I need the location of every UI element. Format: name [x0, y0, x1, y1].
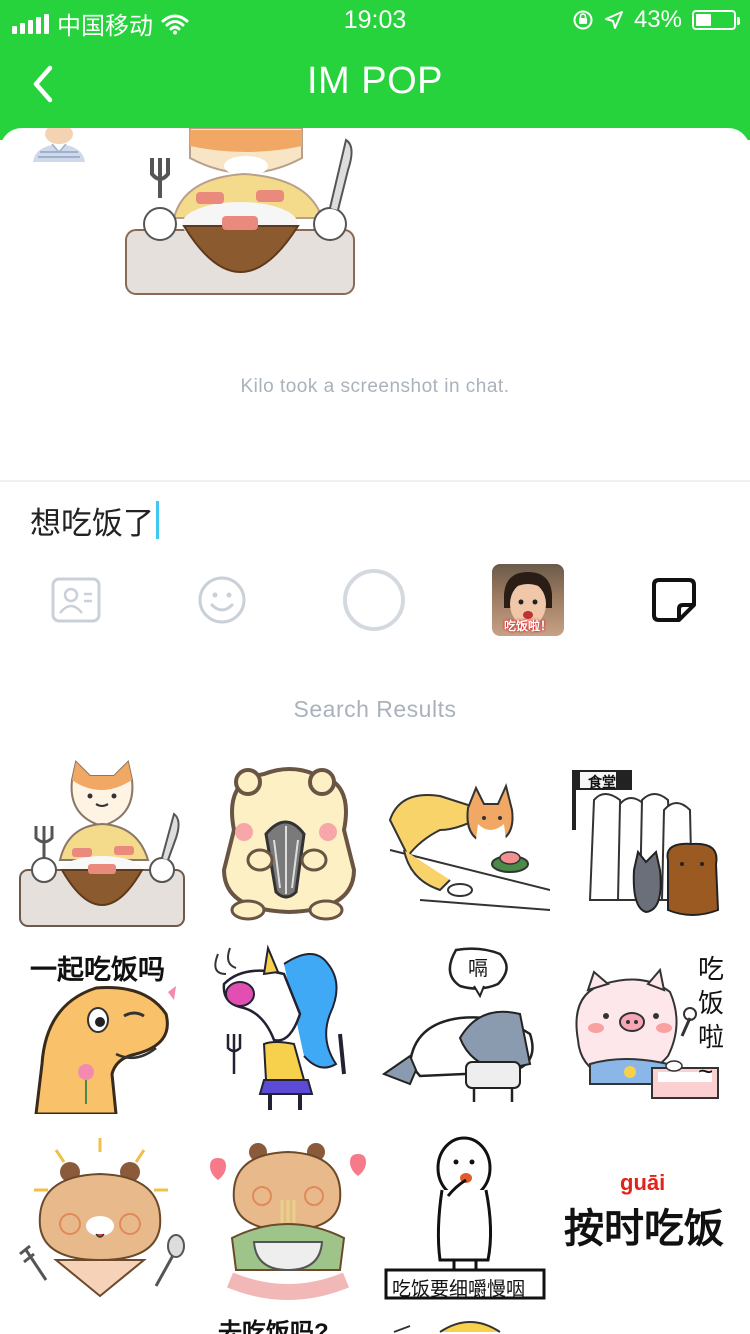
sticker-bear-fork-spoon[interactable]	[16, 1130, 186, 1300]
message-input[interactable]: 想吃饭了	[30, 498, 159, 542]
eat-now-text: 吃饭啦~	[698, 954, 725, 1086]
status-bar: 中国移动 19:03 43%	[0, 0, 750, 40]
search-results-label: Search Results	[293, 696, 457, 722]
location-icon	[604, 11, 623, 29]
sticker-icon	[652, 578, 696, 622]
sticker-partial-4[interactable]	[564, 1316, 734, 1334]
contact-card-icon	[51, 577, 101, 623]
input-toolbar: 吃饭啦！	[0, 560, 750, 640]
sticker-bear-eating-noodles[interactable]	[204, 1130, 374, 1300]
chew-slowly-text: 吃饭要细嚼慢咽	[392, 1279, 526, 1300]
sticker-chew-slowly[interactable]: 吃饭要细嚼慢咽	[380, 1130, 550, 1300]
battery-icon	[692, 10, 740, 30]
sticker-unicorn-fork-knife[interactable]	[204, 944, 374, 1114]
pinyin-text: guāi	[620, 1170, 666, 1195]
eat-together-text: 一起吃饭吗	[30, 955, 165, 985]
sticker-hamster-sunflower-seed[interactable]	[204, 760, 374, 930]
sticker-partial-1[interactable]	[16, 1316, 186, 1334]
sticker-canteen-cats[interactable]: 食堂	[564, 760, 734, 930]
sticker-dinosaur-eat-together[interactable]: 一起吃饭吗	[16, 944, 186, 1114]
emoji-button[interactable]	[182, 560, 262, 640]
cat-eating-sticker[interactable]	[124, 128, 356, 298]
header: 中国移动 19:03 43% IM POP	[0, 0, 750, 140]
rotation-lock-icon	[573, 10, 593, 30]
sticker-button[interactable]	[634, 560, 714, 640]
sticker-cat-eating-rice[interactable]	[16, 760, 186, 930]
text-caret	[156, 501, 159, 539]
sticker-cat-crawling-to-sushi[interactable]	[380, 760, 550, 930]
sticker-partial-3[interactable]	[380, 1316, 550, 1334]
eat-on-time-text: 按时吃饭	[564, 1207, 724, 1251]
photo-caption: 吃饭啦！	[503, 619, 552, 633]
contact-card-button[interactable]	[36, 560, 116, 640]
page-title: IM POP	[306, 60, 444, 102]
photo-button[interactable]: 吃饭啦！	[488, 560, 568, 640]
photo-thumbnail: 吃饭啦！	[492, 564, 564, 636]
system-message: Kilo took a screenshot in chat.	[240, 376, 510, 397]
message-input-text[interactable]: 想吃饭了	[30, 498, 154, 543]
go-eat-text: 去吃饭吗?	[218, 1319, 329, 1334]
avatar[interactable]	[30, 128, 88, 162]
emoji-icon	[198, 576, 246, 624]
burp-text: 嗝	[468, 958, 488, 980]
circle-icon	[343, 569, 405, 631]
sticker-partial-2[interactable]: 去吃饭吗?	[204, 1316, 374, 1334]
nav-bar: IM POP	[0, 48, 750, 120]
circle-button[interactable]	[334, 560, 414, 640]
canteen-sign-text: 食堂	[588, 774, 616, 790]
sticker-salted-fish[interactable]: 嗝	[380, 944, 550, 1114]
sticker-pig-eating[interactable]: 吃饭啦~	[564, 944, 734, 1114]
chat-area[interactable]: Kilo took a screenshot in chat.	[0, 128, 750, 480]
divider	[0, 480, 750, 482]
battery-percent: 43%	[633, 6, 682, 33]
sticker-eat-on-time[interactable]: guāi 按时吃饭	[564, 1130, 734, 1300]
